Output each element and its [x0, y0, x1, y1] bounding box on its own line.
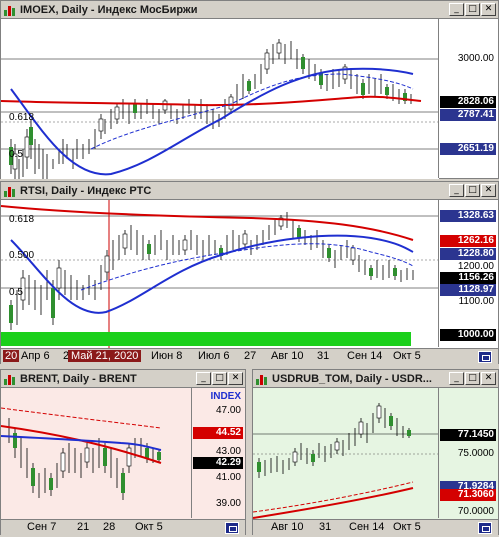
close-button[interactable]: ✕	[481, 3, 496, 16]
imoex-fib-label: 0.618	[9, 112, 34, 123]
rtsi-price-chart[interactable]: 0.618 0.500 0.5	[1, 200, 439, 348]
imoex-title: IMOEX, Daily - Индекс МосБиржи	[20, 3, 198, 16]
price-label: 47.00	[215, 405, 241, 416]
chart-window-icon	[255, 372, 269, 386]
x-label: Июл 6	[198, 350, 230, 362]
price-tag: 1128.97	[440, 284, 496, 296]
x-label: Окт 5	[393, 521, 421, 533]
x-label: Сен 14	[349, 521, 385, 533]
price-tag: 71.3060	[440, 489, 496, 501]
price-label: 41.00	[215, 472, 241, 483]
price-tag: 2651.19	[440, 143, 496, 155]
x-label: 27	[244, 350, 257, 362]
brent-chart-window: BRENT, Daily - BRENT _ □ ✕ INDEX 47.00 4…	[0, 369, 246, 535]
price-tag: 77.1450	[440, 429, 496, 441]
usdrub-titlebar[interactable]: USDRUB_TOM, Daily - USDR... _ □ ✕	[253, 370, 498, 388]
close-button[interactable]: ✕	[481, 184, 496, 197]
rtsi-volume-bar	[1, 332, 411, 346]
price-tag: 1262.16	[440, 235, 496, 247]
rtsi-chart-window: RTSI, Daily - Индекс РТС _ □ ✕ 0.618 0.5…	[0, 181, 499, 364]
chart-window-icon	[3, 184, 17, 198]
price-tag: 1228.80	[440, 248, 496, 260]
usdrub-title: USDRUB_TOM, Daily - USDR...	[272, 372, 432, 385]
minimize-button[interactable]: _	[449, 3, 464, 16]
imoex-price-chart[interactable]: 0.618 0.5	[1, 19, 439, 179]
x-label: Окт 5	[393, 350, 421, 362]
price-tag: 44.52	[193, 427, 243, 439]
x-label: Окт 5	[135, 521, 163, 533]
scroll-to-end-button[interactable]	[225, 522, 239, 534]
maximize-button[interactable]: □	[212, 372, 227, 385]
scroll-to-end-button[interactable]	[478, 351, 492, 363]
price-tag: 1000.00	[440, 329, 496, 341]
x-label: Апр 6	[21, 350, 50, 362]
minimize-button[interactable]: _	[449, 372, 464, 385]
price-label: 39.00	[215, 498, 241, 509]
maximize-button[interactable]: □	[465, 184, 480, 197]
brent-titlebar[interactable]: BRENT, Daily - BRENT _ □ ✕	[1, 370, 245, 388]
x-label: Сен 14	[347, 350, 383, 362]
usdrub-time-axis[interactable]: Авг 10 31 Сен 14 Окт 5	[253, 519, 498, 535]
rtsi-time-axis[interactable]: 20 Апр 6 2 Май 21, 2020 Июн 8 Июл 6 27 А…	[1, 348, 498, 364]
x-label: 21	[77, 521, 90, 533]
price-label: 1100.00	[458, 296, 494, 307]
minimize-button[interactable]: _	[196, 372, 211, 385]
price-tag: 1328.63	[440, 210, 496, 222]
close-button[interactable]: ✕	[481, 372, 496, 385]
price-label: 70.0000	[457, 506, 494, 517]
rtsi-fib-label: 0.618	[9, 214, 34, 225]
brent-title: BRENT, Daily - BRENT	[20, 372, 137, 385]
usdrub-price-axis[interactable]: 77.1450 75.0000 71.9284 71.3060 70.0000	[438, 388, 498, 518]
minimize-button[interactable]: _	[449, 184, 464, 197]
chart-window-icon	[3, 372, 17, 386]
price-label: 75.0000	[457, 448, 494, 459]
price-label: 43.00	[215, 446, 241, 457]
x-label: 28	[103, 521, 116, 533]
rtsi-titlebar[interactable]: RTSI, Daily - Индекс РТС _ □ ✕	[1, 182, 498, 200]
index-label: INDEX	[210, 391, 241, 402]
imoex-chart-window: IMOEX, Daily - Индекс МосБиржи _ □ ✕ 0.6…	[0, 0, 499, 179]
price-label: 3000.00	[457, 53, 494, 64]
price-tag: 2787.41	[440, 109, 496, 121]
imoex-price-axis[interactable]: 3000.00 2828.06 2787.41 2651.19	[438, 19, 498, 178]
scroll-to-end-button[interactable]	[478, 522, 492, 534]
maximize-button[interactable]: □	[465, 3, 480, 16]
x-label: 31	[317, 350, 330, 362]
usdrub-price-chart[interactable]	[253, 388, 439, 519]
x-label: 31	[319, 521, 332, 533]
price-tag: 1156.26	[440, 272, 496, 284]
x-label: Авг 10	[271, 350, 304, 362]
imoex-titlebar[interactable]: IMOEX, Daily - Индекс МосБиржи _ □ ✕	[1, 1, 498, 19]
brent-price-chart[interactable]	[1, 388, 191, 519]
usdrub-chart-window: USDRUB_TOM, Daily - USDR... _ □ ✕ 77.145…	[252, 369, 499, 535]
price-label: 1200.00	[457, 261, 494, 272]
x-label: Авг 10	[271, 521, 304, 533]
chart-window-icon	[3, 3, 17, 17]
crosshair-date-label: Май 21, 2020	[68, 350, 142, 362]
x-label: Июн 8	[151, 350, 183, 362]
rtsi-fib-label: 0.500	[9, 250, 34, 261]
brent-price-axis[interactable]: INDEX 47.00 44.52 43.00 42.29 41.00 39.0…	[191, 388, 245, 518]
brent-time-axis[interactable]: Сен 7 21 28 Окт 5	[1, 519, 245, 535]
x-label: 20	[3, 350, 20, 362]
close-button[interactable]: ✕	[228, 372, 243, 385]
price-tag: 2828.06	[440, 96, 496, 108]
x-label: Сен 7	[27, 521, 57, 533]
rtsi-fib-label: 0.5	[9, 287, 23, 298]
rtsi-price-axis[interactable]: 1328.63 1262.16 1228.80 1200.00 1156.26 …	[438, 200, 498, 347]
price-tag: 42.29	[193, 457, 243, 469]
maximize-button[interactable]: □	[465, 372, 480, 385]
imoex-fib-label: 0.5	[9, 149, 23, 160]
rtsi-title: RTSI, Daily - Индекс РТС	[20, 184, 152, 197]
